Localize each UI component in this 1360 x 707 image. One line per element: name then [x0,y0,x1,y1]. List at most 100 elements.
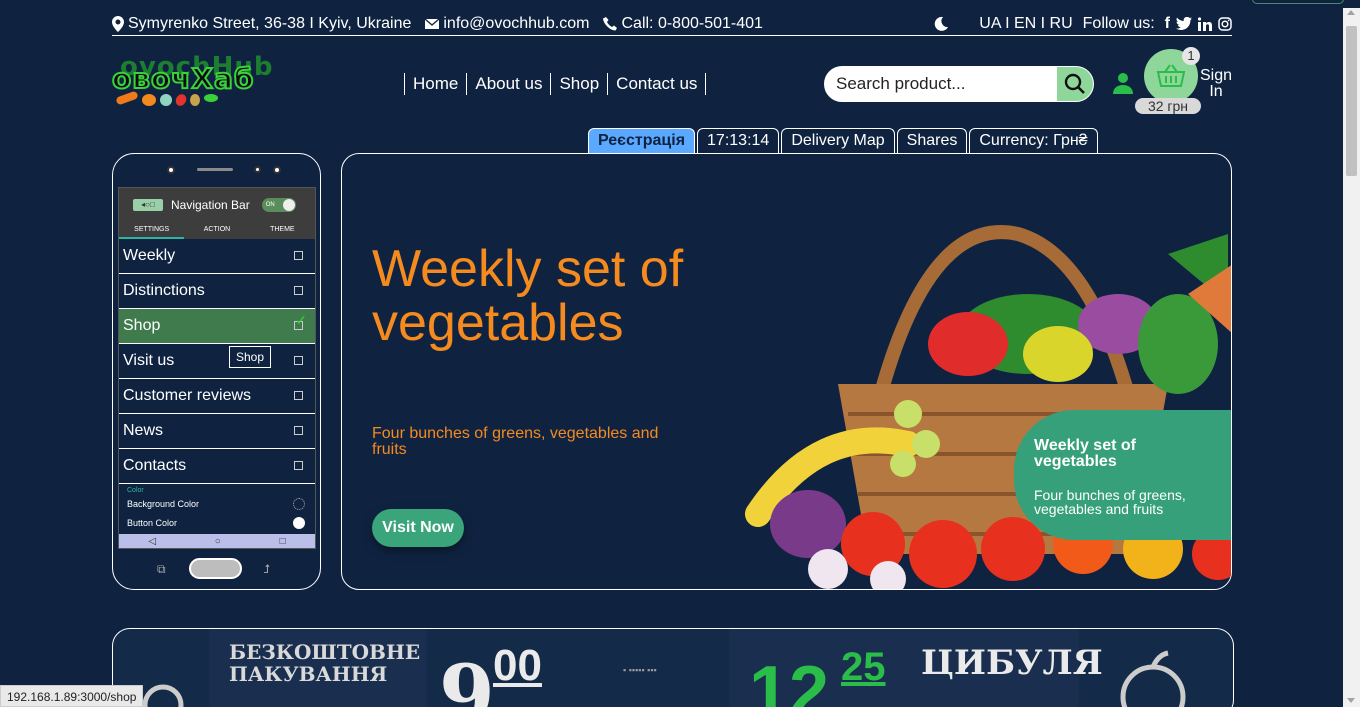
browser-top-strip [0,0,1360,8]
menu-label: Visit us [123,352,175,369]
nav-about-link[interactable]: About us [466,73,550,95]
background-color-row[interactable]: Background Color [127,494,315,513]
email-text[interactable]: info@ovochhub.com [443,15,589,33]
recents-key-icon[interactable]: □ [280,536,286,547]
price1-int: 9 [439,647,495,707]
palette-icon[interactable] [293,497,305,510]
hero-title: Weekly set of vegetables [372,240,684,352]
color-swatch[interactable] [293,516,305,529]
back-key-icon[interactable]: ◁ [148,536,156,547]
cart-count-badge: 1 [1182,47,1200,65]
search-icon [1064,73,1085,94]
tab-currency[interactable]: Currency: Грн₴ [969,128,1098,154]
color-label: Color [127,487,144,494]
instagram-icon[interactable] [1218,16,1232,31]
search-input[interactable] [825,67,1057,101]
menu-label: Customer reviews [123,387,252,404]
linkedin-icon[interactable] [1198,16,1212,31]
hero-banner: Weekly set of vegetables Four bunches of… [341,153,1232,590]
tab-delivery-map[interactable]: Delivery Map [781,128,895,154]
location-pin-icon [112,15,124,32]
subtab-settings[interactable]: SETTINGS [119,222,185,239]
price2-int: 12 [749,652,830,707]
nav-home-link[interactable]: Home [404,73,466,95]
phone-mockup: ◂○□ Navigation Bar ON SETTINGS ACTION TH… [112,153,321,590]
envelope-icon [425,18,440,29]
site-logo[interactable]: ovochHub овочХаб [111,52,274,116]
scroll-thumb[interactable] [1346,26,1357,176]
phone-speaker [197,168,233,171]
menu-item-contacts[interactable]: Contacts [119,449,315,484]
menu-checkbox[interactable] [294,286,303,295]
scroll-up-arrow[interactable] [1347,10,1355,15]
nav-keys-icon: ◂○□ [133,199,163,211]
recent-apps-icon: ⧉ [157,562,166,576]
promo-card-title: Weekly set of vegetables [1034,437,1136,470]
scroll-down-arrow[interactable] [1347,698,1355,703]
promo-card-text: Four bunches of greens, vegetables and f… [1034,487,1186,517]
menu-checkbox[interactable] [294,251,303,260]
hero-subtitle: Four bunches of greens, vegetables and f… [372,425,659,458]
search-button[interactable] [1057,67,1093,101]
back-arrow-icon: ⮥ [263,562,271,576]
moon-icon[interactable] [933,16,949,32]
camera-icon [167,166,175,174]
phone-text[interactable]: Call: 0-800-501-401 [621,15,762,33]
menu-item-news[interactable]: News [119,414,315,449]
camera-icon [273,166,281,174]
header-tabs: Реєстрація 17:13:14 Delivery Map Shares … [588,128,1100,154]
navbar-title: Navigation Bar [171,198,250,212]
email-item[interactable]: info@ovochhub.com [425,15,589,33]
browser-chip [1252,0,1344,4]
tab-clock: 17:13:14 [697,128,780,154]
menu-checkbox[interactable] [294,356,303,365]
address-item: Symyrenko Street, 36-38 I Kyiv, Ukraine [112,15,411,33]
search-box [824,66,1094,102]
phone-item[interactable]: Call: 0-800-501-401 [603,15,763,33]
info-right: UA I EN I RU Follow us: f [933,15,1232,33]
follow-label: Follow us: [1082,14,1155,32]
tab-shares[interactable]: Shares [896,128,968,154]
page-scrollbar[interactable] [1343,8,1360,707]
menu-item-shop[interactable]: Shop ✓ [119,309,315,344]
subtab-theme[interactable]: THEME [250,222,315,239]
menu-label: Distinctions [123,282,205,299]
android-softkeys: ◁ ○ □ [119,534,315,548]
phone-top [113,166,320,178]
button-color-row[interactable]: Button Color [127,513,315,532]
menu-checkbox[interactable] [294,426,303,435]
menu-checkbox[interactable] [294,391,303,400]
sign-in-link[interactable]: Sign In [1196,68,1236,100]
promo-card[interactable]: Weekly set of vegetables Four bunches of… [1014,410,1231,540]
visit-now-button[interactable]: Visit Now [372,509,464,547]
facebook-icon[interactable]: f [1165,15,1170,33]
promo-strip: БЕЗКОШТОВНЕ ПАКУВАННЯ 9 00 ▪ ▪▪▪▪▪ ▪▪▪ 1… [112,628,1234,707]
btn-color-label: Button Color [127,517,178,528]
menu-label: Shop [123,317,161,334]
price1-dec: 00 [493,641,542,690]
menu-checkbox[interactable] [294,461,303,470]
status-bar-url: 192.168.1.89:3000/shop [0,685,144,707]
subtab-action[interactable]: ACTION [184,222,249,239]
cart-button[interactable]: 1 [1144,47,1200,103]
sensor-icon [254,166,261,173]
phone-icon [603,16,618,30]
nav-shop-link[interactable]: Shop [550,73,607,95]
tab-registration[interactable]: Реєстрація [588,128,696,154]
address-text: Symyrenko Street, 36-38 I Kyiv, Ukraine [128,14,412,32]
navbar-toggle[interactable]: ON [261,198,296,212]
user-account-button[interactable] [1112,72,1134,99]
phone-navbar: ◂○□ Navigation Bar ON [119,188,315,222]
twitter-icon[interactable] [1176,17,1192,30]
language-switcher[interactable]: UA I EN I RU [979,15,1072,33]
menu-item-visit-us[interactable]: Visit us [119,344,315,379]
shop-tooltip: Shop [229,346,272,368]
menu-item-customer-reviews[interactable]: Customer reviews [119,379,315,414]
menu-item-weekly[interactable]: Weekly [119,239,315,274]
menu-label: News [123,422,164,439]
social-icons: f [1165,15,1232,33]
menu-item-distinctions[interactable]: Distinctions [119,274,315,309]
nav-contact-link[interactable]: Contact us [607,73,707,95]
main-nav: Home About us Shop Contact us [404,72,707,96]
home-key-icon[interactable]: ○ [215,536,221,547]
